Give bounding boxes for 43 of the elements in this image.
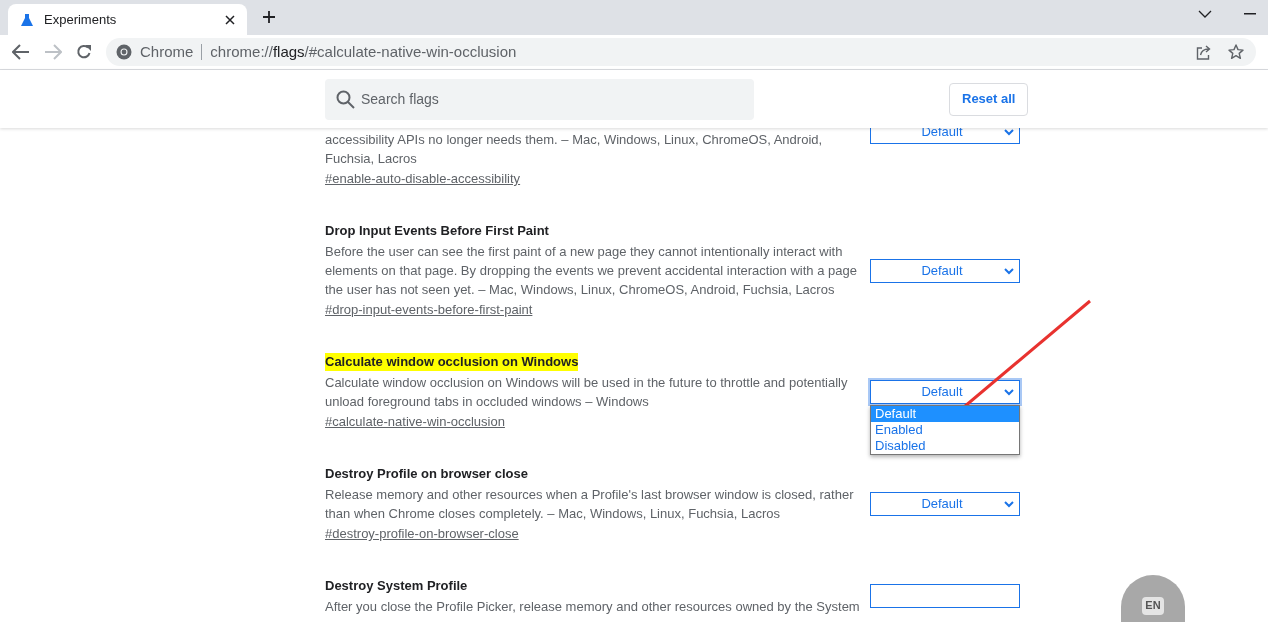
- flag-description: After you close the Profile Picker, release memory and other resources owned by the System: [325, 598, 860, 616]
- dropdown-option[interactable]: Default: [871, 406, 1019, 422]
- flag-description: accessibility APIs no longer needs them. – Mac, Windows, Linux, ChromeOS, Android, Fuchsia, Lacros: [325, 131, 824, 168]
- flag-link[interactable]: #enable-auto-disable-accessibility: [325, 169, 521, 189]
- flag-title: Calculate window occlusion on Windows: [325, 353, 579, 371]
- chrome-logo-icon: [116, 44, 132, 60]
- language-code: EN: [1142, 597, 1164, 615]
- minimize-icon[interactable]: [1244, 13, 1256, 15]
- close-icon[interactable]: [225, 14, 235, 25]
- language-badge[interactable]: EN: [1121, 575, 1185, 622]
- address-bar[interactable]: Chrome chrome://flags/#calculate-native-win-occlusion: [106, 38, 1256, 66]
- chevron-down-icon: [1004, 501, 1014, 508]
- flag-title: Drop Input Events Before First Paint: [325, 222, 549, 240]
- star-icon[interactable]: [1228, 44, 1244, 60]
- flag-link[interactable]: #drop-input-events-before-first-paint: [325, 300, 533, 320]
- chevron-down-icon[interactable]: [1198, 9, 1212, 19]
- state-dropdown[interactable]: Default: [870, 380, 1020, 404]
- reset-all-button[interactable]: Reset all: [949, 82, 1029, 116]
- chevron-down-icon: [1004, 389, 1014, 396]
- site-label: Chrome: [140, 41, 194, 62]
- tab-title: Experiments: [44, 10, 117, 29]
- reload-icon[interactable]: [76, 44, 92, 60]
- dropdown-option[interactable]: Enabled: [871, 422, 1019, 438]
- share-icon[interactable]: [1196, 44, 1212, 60]
- back-arrow-icon[interactable]: [12, 44, 30, 60]
- flag-description: Release memory and other resources when a Profile's last browser window is closed, rather than when Chrome closes completely. – Mac, Windows, Linux, Fuchsia, Lacros: [325, 486, 855, 523]
- flag-description: Calculate window occlusion on Windows will be used in the future to throttle and potentially unload foreground tabs in occluded windows – Windows: [325, 374, 849, 411]
- flag-link[interactable]: #destroy-profile-on-browser-close: [325, 524, 519, 544]
- flag-title: Destroy System Profile: [325, 577, 468, 595]
- flag-description: Before the user can see the first paint of a new page they cannot intentionally interact with elements on that page. By dropping the events we prevent accidental interaction with a page the user has not seen yet. – Mac, Windows, Linux, ChromeOS, Android, Fuchsia, Lacros: [325, 243, 858, 299]
- flask-icon: [20, 12, 34, 27]
- state-dropdown[interactable]: Default: [870, 258, 1020, 283]
- chevron-down-icon: [1004, 267, 1014, 275]
- state-dropdown[interactable]: Default: [870, 492, 1020, 516]
- browser-tab[interactable]: Experiments: [8, 4, 247, 35]
- search-field[interactable]: Search flags: [325, 78, 754, 120]
- state-dropdown[interactable]: [870, 583, 1020, 608]
- dropdown-option[interactable]: Disabled: [871, 438, 1019, 454]
- plus-icon: [262, 10, 276, 24]
- flag-link[interactable]: #calculate-native-win-occlusion: [325, 412, 505, 432]
- chevron-down-icon: [1004, 129, 1014, 136]
- flag-title: Destroy Profile on browser close: [325, 465, 528, 483]
- url-text: chrome://flags/#calculate-native-win-occlusion: [210, 41, 517, 62]
